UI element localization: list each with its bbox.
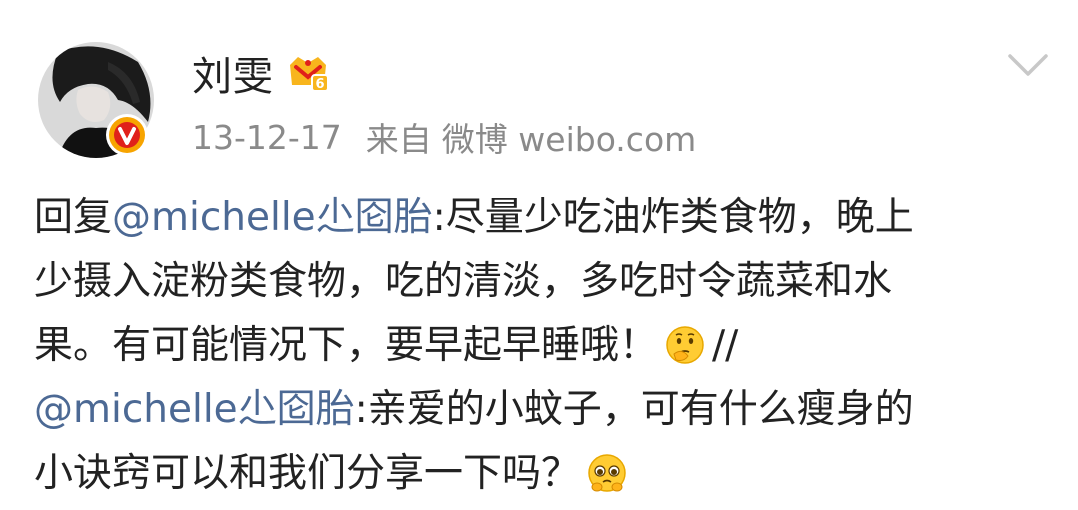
content-line-4: @michelle尐囵胎:亲爱的小蚊子，可有什么瘦身的 bbox=[34, 378, 1044, 442]
source-label: 来自 bbox=[365, 120, 432, 159]
content-line-3: 果。有可能情况下，要早起早睡哦！ // bbox=[34, 314, 1044, 378]
vip-crown-6-icon[interactable]: 6 bbox=[286, 51, 330, 95]
mention-link[interactable]: @michelle尐囵胎 bbox=[112, 195, 433, 240]
post-content: 回复@michelle尐囵胎:尽量少吃油炸类食物，晚上 少摄入淀粉类食物，吃的清… bbox=[34, 186, 1044, 506]
content-line-2: 少摄入淀粉类食物，吃的清淡，多吃时令蔬菜和水 bbox=[34, 250, 1044, 314]
repost-separator: // bbox=[712, 323, 739, 368]
verified-v-icon bbox=[106, 114, 148, 156]
post-meta: 13-12-17 来自 微博 weibo.com bbox=[192, 112, 696, 162]
content-text: 果。有可能情况下，要早起早睡哦！ bbox=[34, 323, 659, 368]
svg-text:6: 6 bbox=[315, 77, 324, 92]
content-text: :亲爱的小蚊子，可有什么瘦身的 bbox=[354, 387, 914, 432]
author-row: 刘雯 6 bbox=[192, 44, 330, 102]
content-text: 小诀窍可以和我们分享一下吗？ bbox=[34, 451, 581, 496]
author-name[interactable]: 刘雯 bbox=[192, 44, 274, 102]
chevron-down-icon[interactable] bbox=[1006, 50, 1050, 82]
post-date[interactable]: 13-12-17 bbox=[192, 118, 342, 157]
content-line-5: 小诀窍可以和我们分享一下吗？ bbox=[34, 442, 1044, 506]
thinking-emoji-icon bbox=[666, 326, 704, 364]
pleading-emoji-icon bbox=[588, 454, 626, 492]
mention-link[interactable]: @michelle尐囵胎 bbox=[34, 387, 355, 432]
reply-prefix: 回复 bbox=[34, 195, 113, 240]
content-line-1: 回复@michelle尐囵胎:尽量少吃油炸类食物，晚上 bbox=[34, 186, 1044, 250]
content-text: 少摄入淀粉类食物，吃的清淡，多吃时令蔬菜和水 bbox=[34, 259, 893, 304]
content-text: :尽量少吃油炸类食物，晚上 bbox=[432, 195, 914, 240]
source-client[interactable]: 微博 weibo.com bbox=[442, 113, 696, 161]
